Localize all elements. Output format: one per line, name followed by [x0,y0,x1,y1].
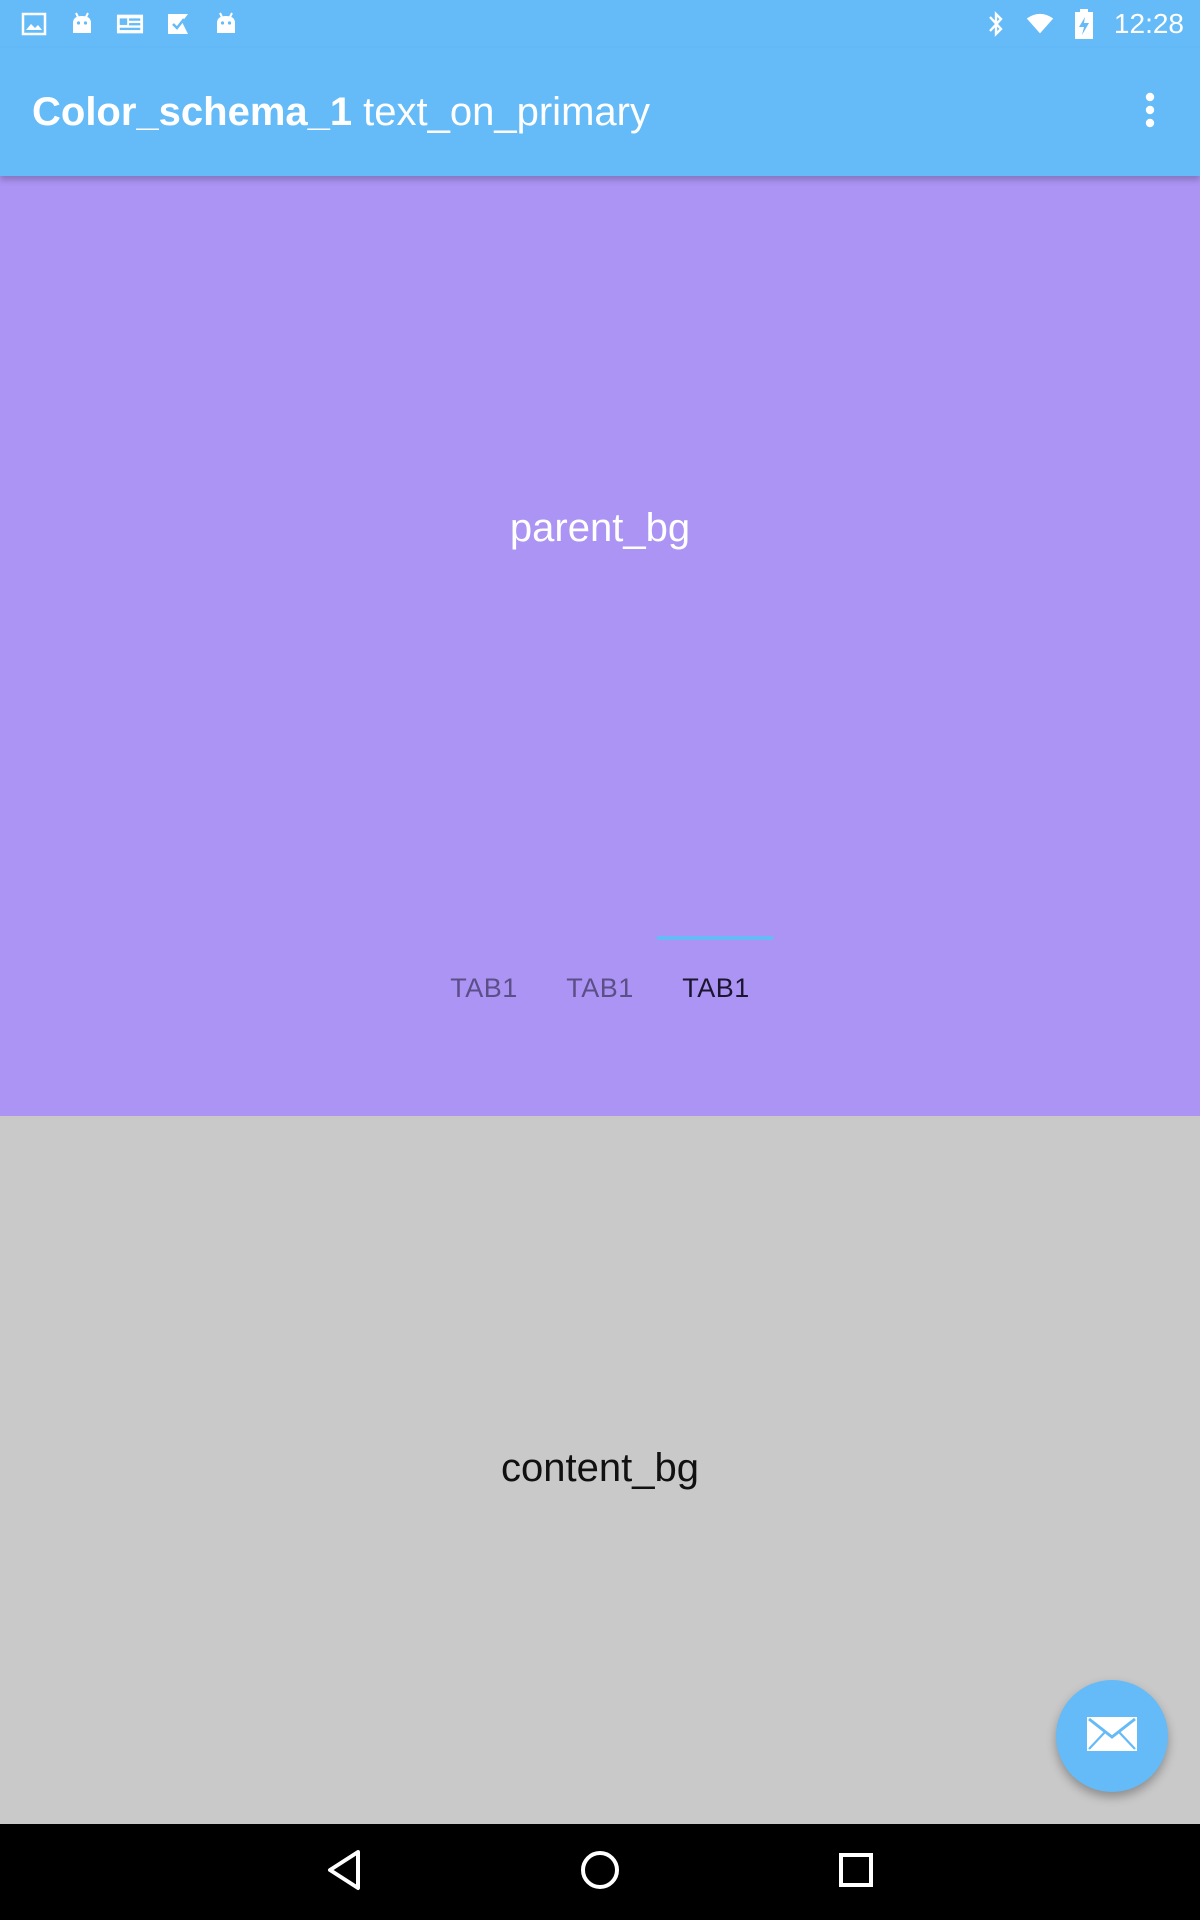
wifi-icon [1026,10,1054,38]
mail-icon [1086,1716,1138,1757]
home-button[interactable] [570,1842,630,1902]
tab-2[interactable]: TAB1 [542,958,658,1018]
news-icon [116,10,144,38]
status-time: 12:28 [1113,8,1184,39]
parent-label: parent_bg [509,506,691,550]
system-icons: 12:28 [982,6,1184,42]
tab-3-selected[interactable]: TAB1 [658,958,774,1018]
tab-1[interactable]: TAB1 [426,958,542,1018]
app-title-bold: Color_schema_1 [32,89,353,134]
recents-icon [836,1850,876,1895]
more-vert-icon [1144,92,1156,133]
status-bar: 12:28 [0,0,1200,48]
android-icon [68,10,96,38]
bluetooth-icon [982,10,1010,38]
back-icon [324,1848,364,1897]
image-icon [20,10,48,38]
content-label: content_bg [501,1446,699,1490]
navigation-bar [0,1824,1200,1920]
play-store-icon [164,10,192,38]
overflow-menu-button[interactable] [1122,82,1178,142]
app-bar: Color_schema_1 text_on_primary [0,48,1200,176]
content-area: content_bg [0,1116,1200,1824]
mail-fab-button[interactable] [1056,1680,1168,1792]
notification-icons [20,8,240,40]
back-button[interactable] [314,1842,374,1902]
app-title-subtitle: text_on_primary [363,89,650,134]
recents-button[interactable] [826,1842,886,1902]
page-title: Color_schema_1 text_on_primary [32,48,650,176]
android-icon [212,10,240,38]
home-icon [578,1848,622,1897]
tab-bar: TAB1 TAB1 TAB1 [426,958,774,1018]
tab-indicator [657,936,773,940]
battery-charging-icon [1070,9,1098,39]
parent-area: parent_bg TAB1 TAB1 TAB1 [0,176,1200,1116]
